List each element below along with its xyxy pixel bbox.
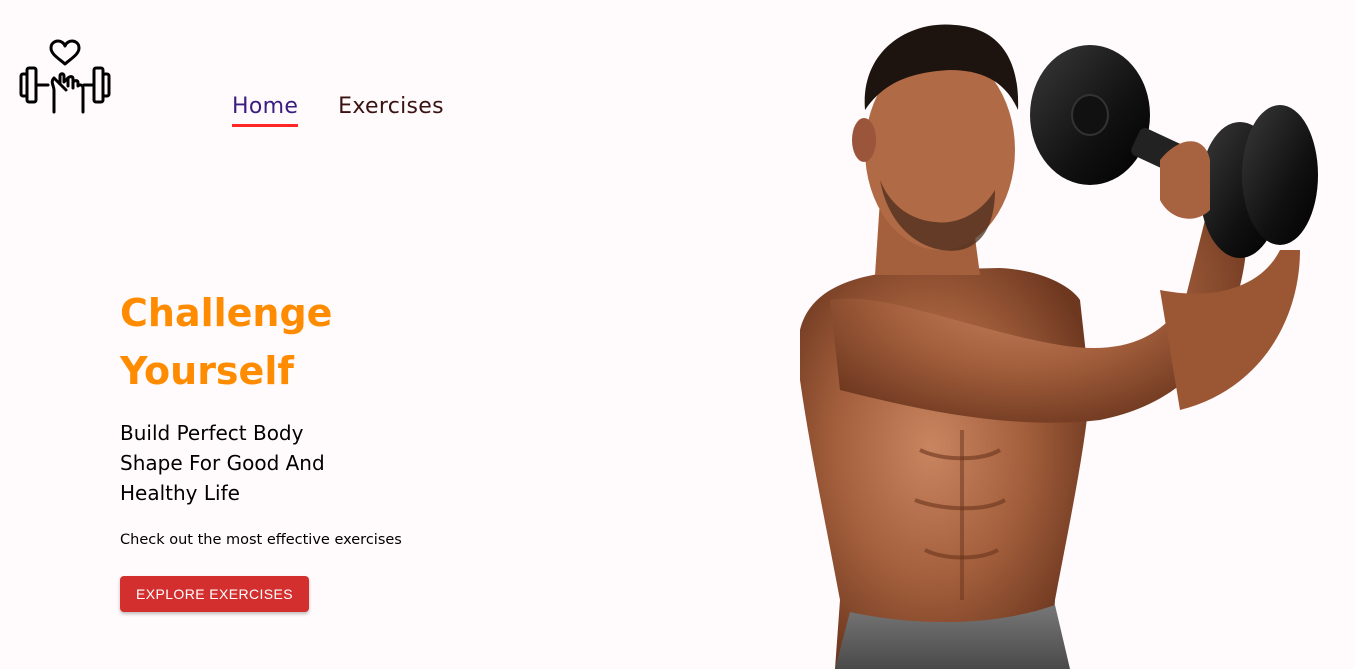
hero-subtitle-line2: Shape For Good And	[120, 451, 325, 475]
banner-image	[800, 24, 1318, 669]
main-nav: Home Exercises	[232, 90, 444, 127]
hero-title-line1: Challenge	[120, 291, 333, 335]
hero-subtitle: Build Perfect Body Shape For Good And He…	[120, 418, 350, 508]
explore-exercises-button[interactable]: EXPLORE EXERCISES	[120, 576, 309, 612]
hero-title-line2: Yourself	[120, 349, 294, 393]
hero-subtitle-line1: Build Perfect Body	[120, 421, 304, 445]
logo-icon[interactable]	[18, 38, 112, 116]
hero-subtitle-line3: Healthy Life	[120, 481, 240, 505]
nav-home-link[interactable]: Home	[232, 90, 299, 127]
nav-exercises-link[interactable]: Exercises	[338, 90, 444, 124]
hero-section: Challenge Yourself Build Perfect Body Sh…	[120, 284, 540, 612]
hero-title: Challenge Yourself	[120, 284, 350, 400]
hero-description: Check out the most effective exercises	[120, 532, 402, 548]
page: Home Exercises Challenge Yourself Build …	[0, 0, 1354, 669]
